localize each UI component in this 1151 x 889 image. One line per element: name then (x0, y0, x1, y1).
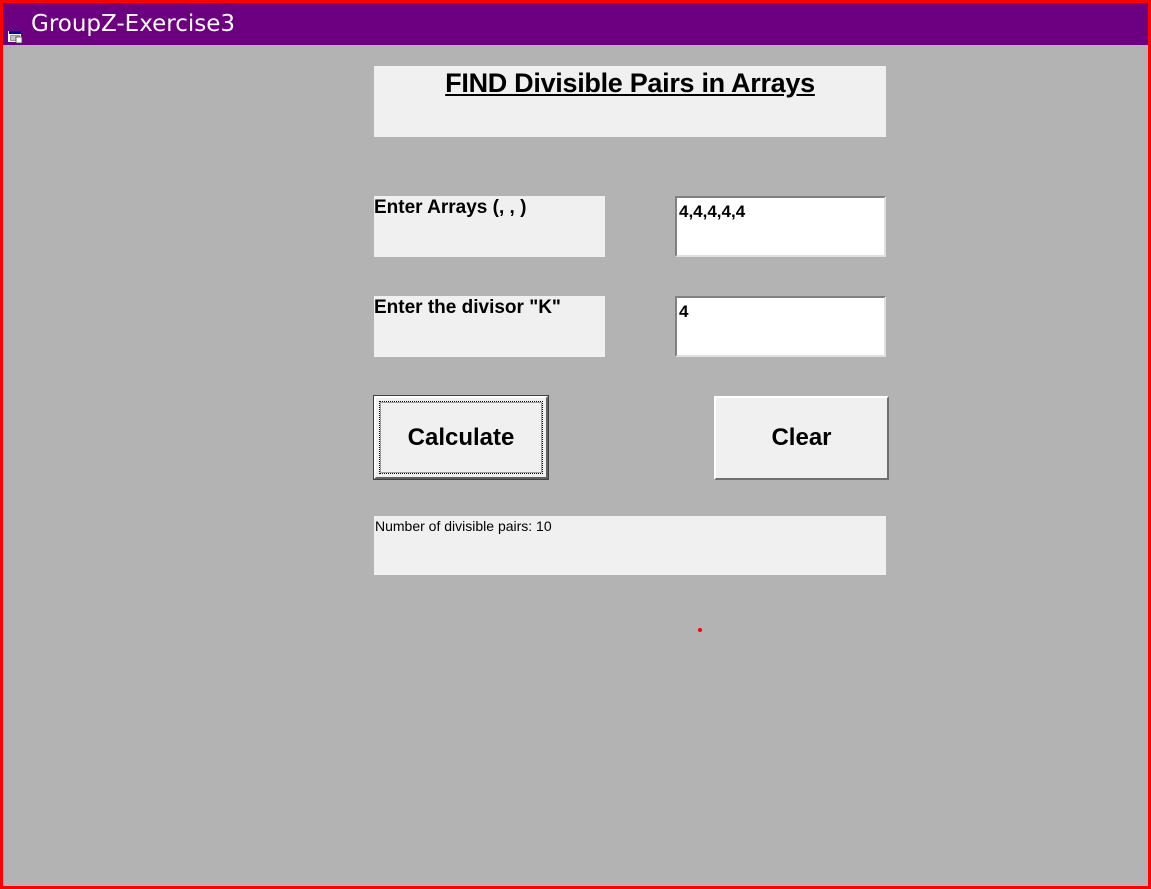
title-bar[interactable]: GroupZ-Exercise3 (3, 3, 1148, 45)
cursor-dot (698, 628, 702, 632)
calculate-button[interactable]: Calculate (373, 395, 549, 480)
divisor-input[interactable]: 4 (675, 296, 886, 357)
window-title: GroupZ-Exercise3 (31, 11, 236, 37)
result-label: Number of divisible pairs: 10 (374, 516, 886, 575)
app-window: GroupZ-Exercise3 FIND Divisible Pairs in… (0, 0, 1151, 889)
page-title: FIND Divisible Pairs in Arrays (374, 66, 886, 137)
calculate-button-label: Calculate (407, 424, 515, 451)
clear-button-label: Clear (771, 424, 832, 451)
page-title-text: FIND Divisible Pairs in Arrays (445, 68, 815, 98)
divisor-label: Enter the divisor "K" (374, 296, 605, 357)
app-window-icon[interactable] (8, 16, 23, 44)
clear-button[interactable]: Clear (714, 396, 889, 480)
arrays-label: Enter Arrays (, , ) (374, 196, 605, 257)
arrays-input[interactable]: 4,4,4,4,4 (675, 196, 886, 257)
